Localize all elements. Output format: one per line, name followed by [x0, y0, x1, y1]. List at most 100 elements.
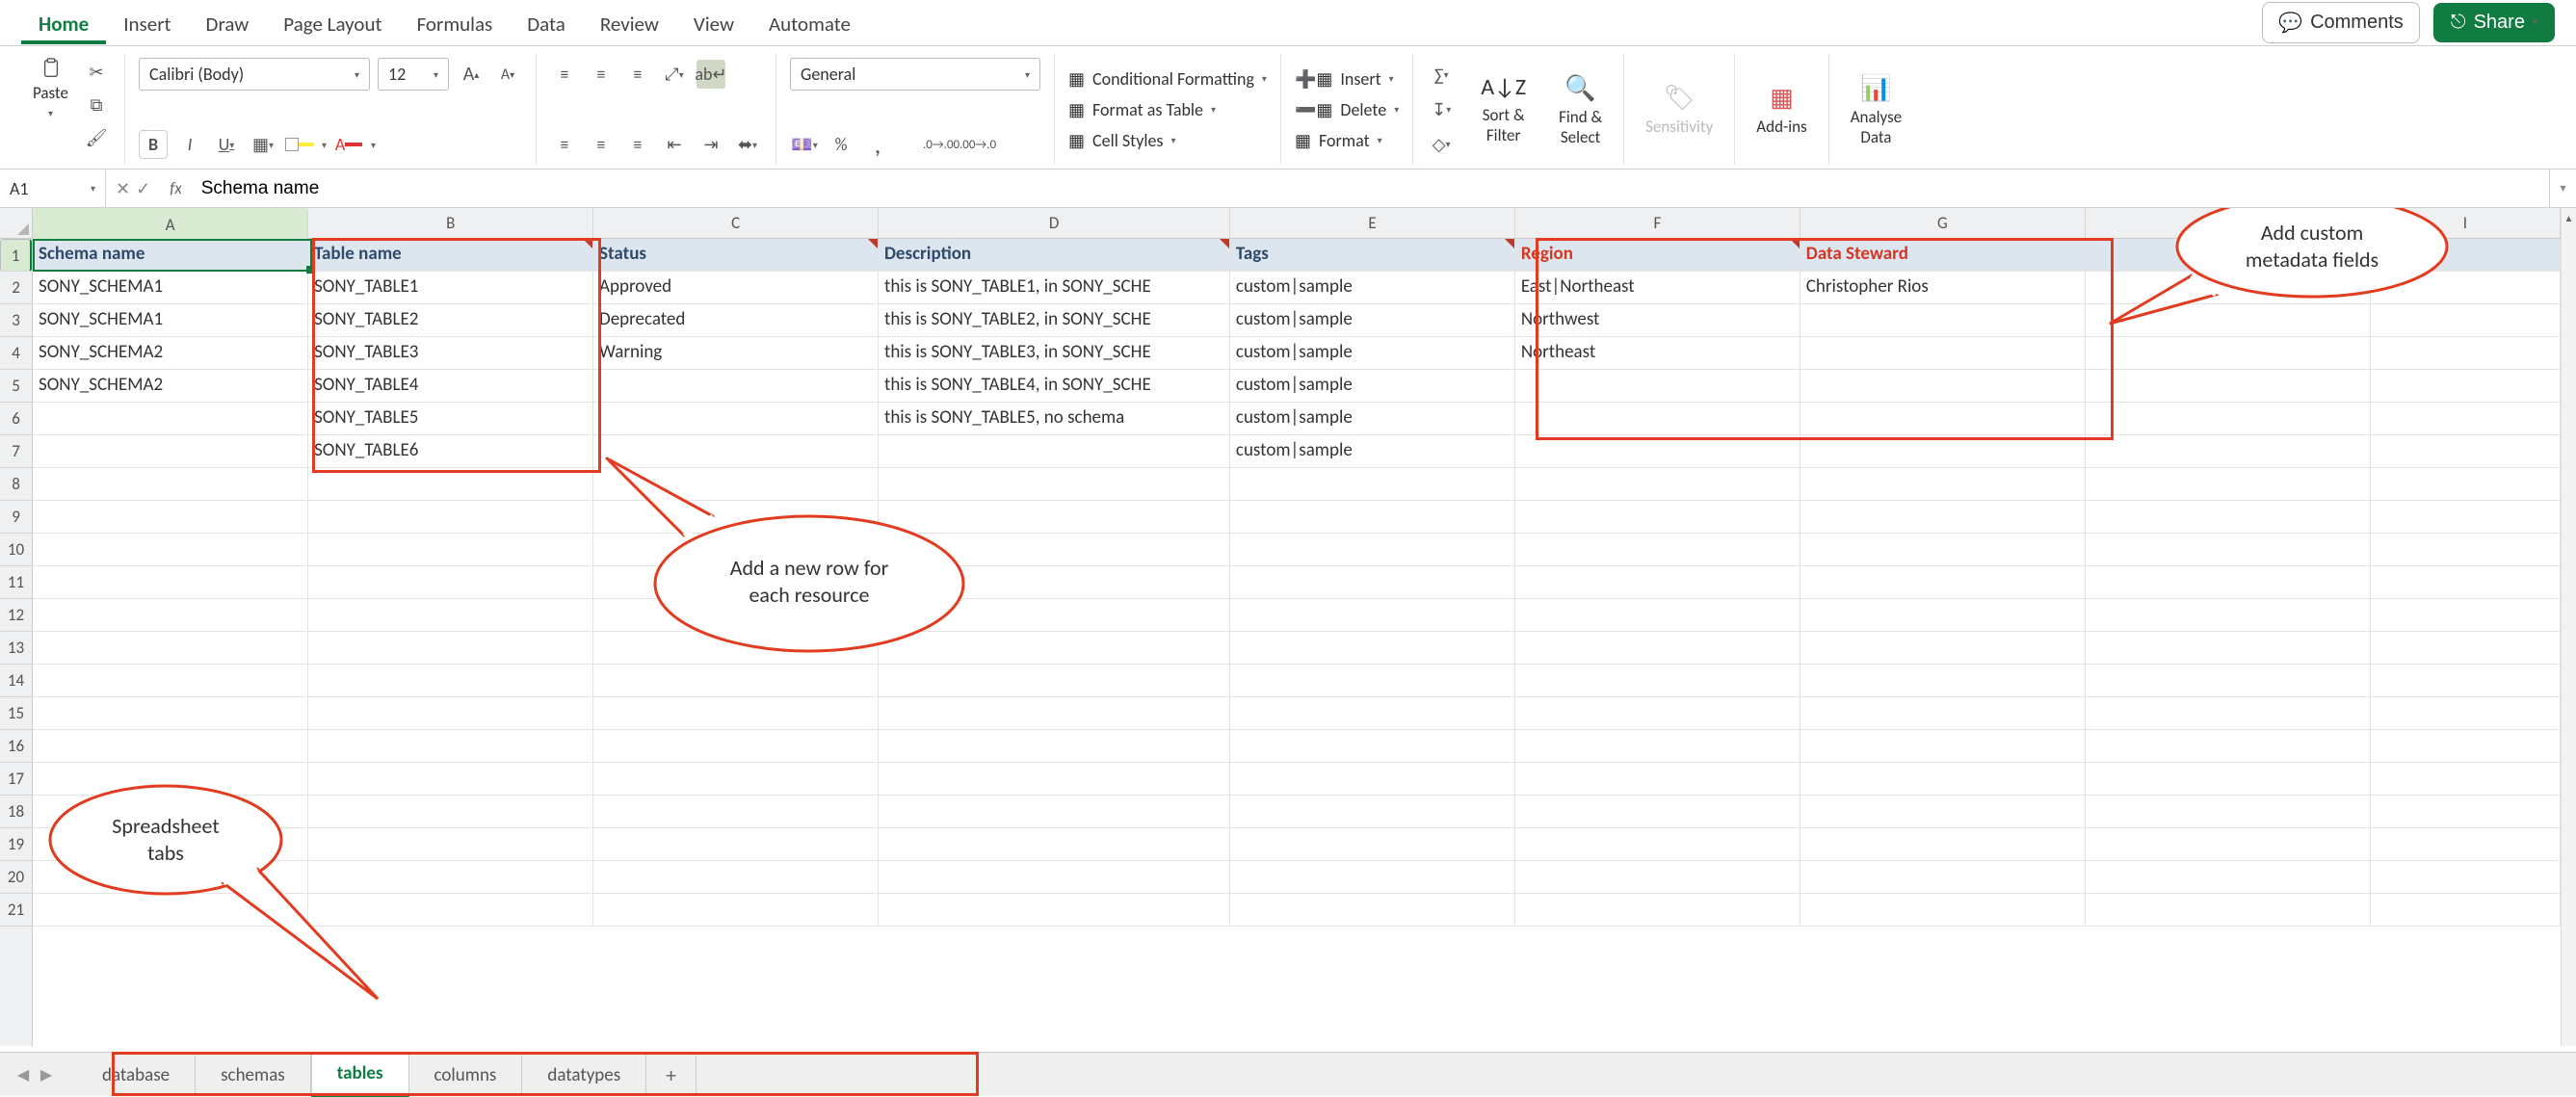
- row-header-10[interactable]: 10: [0, 534, 32, 566]
- cell-B5[interactable]: SONY_TABLE4: [308, 370, 593, 403]
- cell-C16[interactable]: [593, 730, 879, 763]
- cell-E17[interactable]: [1230, 763, 1515, 796]
- row-header-15[interactable]: 15: [0, 697, 32, 730]
- cell-F12[interactable]: [1515, 599, 1801, 632]
- cell-C14[interactable]: [593, 665, 879, 697]
- increase-decimal-button[interactable]: .0→.00: [927, 130, 956, 159]
- cell-E12[interactable]: [1230, 599, 1515, 632]
- cell-I11[interactable]: [2371, 566, 2561, 599]
- cell-H18[interactable]: [2086, 796, 2371, 828]
- cell-E1[interactable]: Tags: [1230, 239, 1515, 272]
- row-header-5[interactable]: 5: [0, 370, 32, 403]
- cell-H19[interactable]: [2086, 828, 2371, 861]
- cell-G2[interactable]: Christopher Rios: [1801, 272, 2086, 304]
- cell-G14[interactable]: [1801, 665, 2086, 697]
- column-header-D[interactable]: D: [879, 208, 1230, 238]
- cell-G11[interactable]: [1801, 566, 2086, 599]
- font-name-select[interactable]: Calibri (Body) ▾: [139, 58, 370, 91]
- cell-A2[interactable]: SONY_SCHEMA1: [33, 272, 308, 304]
- cell-I13[interactable]: [2371, 632, 2561, 665]
- decrease-font-button[interactable]: A▾: [493, 60, 522, 89]
- cell-H10[interactable]: [2086, 534, 2371, 566]
- cell-E13[interactable]: [1230, 632, 1515, 665]
- paste-button[interactable]: Paste ▾: [25, 54, 76, 123]
- ribbon-tab-data[interactable]: Data: [510, 2, 583, 44]
- row-header-17[interactable]: 17: [0, 763, 32, 796]
- row-header-11[interactable]: 11: [0, 566, 32, 599]
- align-center-button[interactable]: ≡: [587, 130, 616, 159]
- cell-G6[interactable]: [1801, 403, 2086, 435]
- cell-B15[interactable]: [308, 697, 593, 730]
- fx-icon[interactable]: fx: [160, 178, 192, 198]
- increase-font-button[interactable]: A▴: [457, 60, 486, 89]
- align-left-button[interactable]: ≡: [550, 130, 579, 159]
- cell-H15[interactable]: [2086, 697, 2371, 730]
- cell-G18[interactable]: [1801, 796, 2086, 828]
- ribbon-tab-view[interactable]: View: [676, 2, 751, 44]
- cell-F9[interactable]: [1515, 501, 1801, 534]
- cell-D3[interactable]: this is SONY_TABLE2, in SONY_SCHE: [879, 304, 1230, 337]
- cell-D18[interactable]: [879, 796, 1230, 828]
- cell-G20[interactable]: [1801, 861, 2086, 894]
- cell-G5[interactable]: [1801, 370, 2086, 403]
- sheet-nav-next[interactable]: ▶: [35, 1065, 58, 1084]
- scroll-up-button[interactable]: ▲: [2562, 208, 2576, 227]
- column-header-G[interactable]: G: [1801, 208, 2086, 238]
- cell-B6[interactable]: SONY_TABLE5: [308, 403, 593, 435]
- cell-I6[interactable]: [2371, 403, 2561, 435]
- cell-I20[interactable]: [2371, 861, 2561, 894]
- cell-A3[interactable]: SONY_SCHEMA1: [33, 304, 308, 337]
- font-size-select[interactable]: 12 ▾: [378, 58, 449, 91]
- column-header-C[interactable]: C: [593, 208, 879, 238]
- cell-C1[interactable]: Status: [593, 239, 879, 272]
- cell-B16[interactable]: [308, 730, 593, 763]
- row-header-1[interactable]: 1: [0, 239, 32, 272]
- cell-I18[interactable]: [2371, 796, 2561, 828]
- sheet-tab-columns[interactable]: columns: [409, 1055, 523, 1096]
- cell-G16[interactable]: [1801, 730, 2086, 763]
- cell-A16[interactable]: [33, 730, 308, 763]
- cell-H16[interactable]: [2086, 730, 2371, 763]
- cell-I17[interactable]: [2371, 763, 2561, 796]
- cell-F1[interactable]: Region: [1515, 239, 1801, 272]
- cell-A7[interactable]: [33, 435, 308, 468]
- sort-filter-button[interactable]: A↓Z Sort & Filter: [1473, 69, 1534, 149]
- cell-C2[interactable]: Approved: [593, 272, 879, 304]
- cell-E2[interactable]: custom|sample: [1230, 272, 1515, 304]
- row-header-18[interactable]: 18: [0, 796, 32, 828]
- cell-D4[interactable]: this is SONY_TABLE3, in SONY_SCHE: [879, 337, 1230, 370]
- cell-F15[interactable]: [1515, 697, 1801, 730]
- cell-E20[interactable]: [1230, 861, 1515, 894]
- row-header-21[interactable]: 21: [0, 894, 32, 927]
- cell-E5[interactable]: custom|sample: [1230, 370, 1515, 403]
- cell-E8[interactable]: [1230, 468, 1515, 501]
- merge-button[interactable]: ⬌ ▾: [733, 130, 762, 159]
- row-header-9[interactable]: 9: [0, 501, 32, 534]
- align-right-button[interactable]: ≡: [623, 130, 652, 159]
- cell-B11[interactable]: [308, 566, 593, 599]
- sheet-nav-prev[interactable]: ◀: [12, 1065, 35, 1084]
- select-all-corner[interactable]: [0, 208, 33, 239]
- cell-D5[interactable]: this is SONY_TABLE4, in SONY_SCHE: [879, 370, 1230, 403]
- cell-E11[interactable]: [1230, 566, 1515, 599]
- cell-H6[interactable]: [2086, 403, 2371, 435]
- cell-G7[interactable]: [1801, 435, 2086, 468]
- cell-E14[interactable]: [1230, 665, 1515, 697]
- percent-button[interactable]: %: [827, 130, 855, 159]
- delete-cells-button[interactable]: ➖▦Delete ▾: [1295, 97, 1399, 122]
- cell-C3[interactable]: Deprecated: [593, 304, 879, 337]
- comma-button[interactable]: ,: [863, 130, 892, 159]
- cell-B13[interactable]: [308, 632, 593, 665]
- cell-A13[interactable]: [33, 632, 308, 665]
- cell-D1[interactable]: Description: [879, 239, 1230, 272]
- cell-E6[interactable]: custom|sample: [1230, 403, 1515, 435]
- cell-D20[interactable]: [879, 861, 1230, 894]
- autosum-button[interactable]: ∑ ▾: [1427, 61, 1456, 90]
- cell-G3[interactable]: [1801, 304, 2086, 337]
- cells-area[interactable]: Schema nameTable nameStatusDescriptionTa…: [33, 239, 2561, 1046]
- cell-H14[interactable]: [2086, 665, 2371, 697]
- cell-C20[interactable]: [593, 861, 879, 894]
- cell-B7[interactable]: SONY_TABLE6: [308, 435, 593, 468]
- cell-D19[interactable]: [879, 828, 1230, 861]
- cell-E7[interactable]: custom|sample: [1230, 435, 1515, 468]
